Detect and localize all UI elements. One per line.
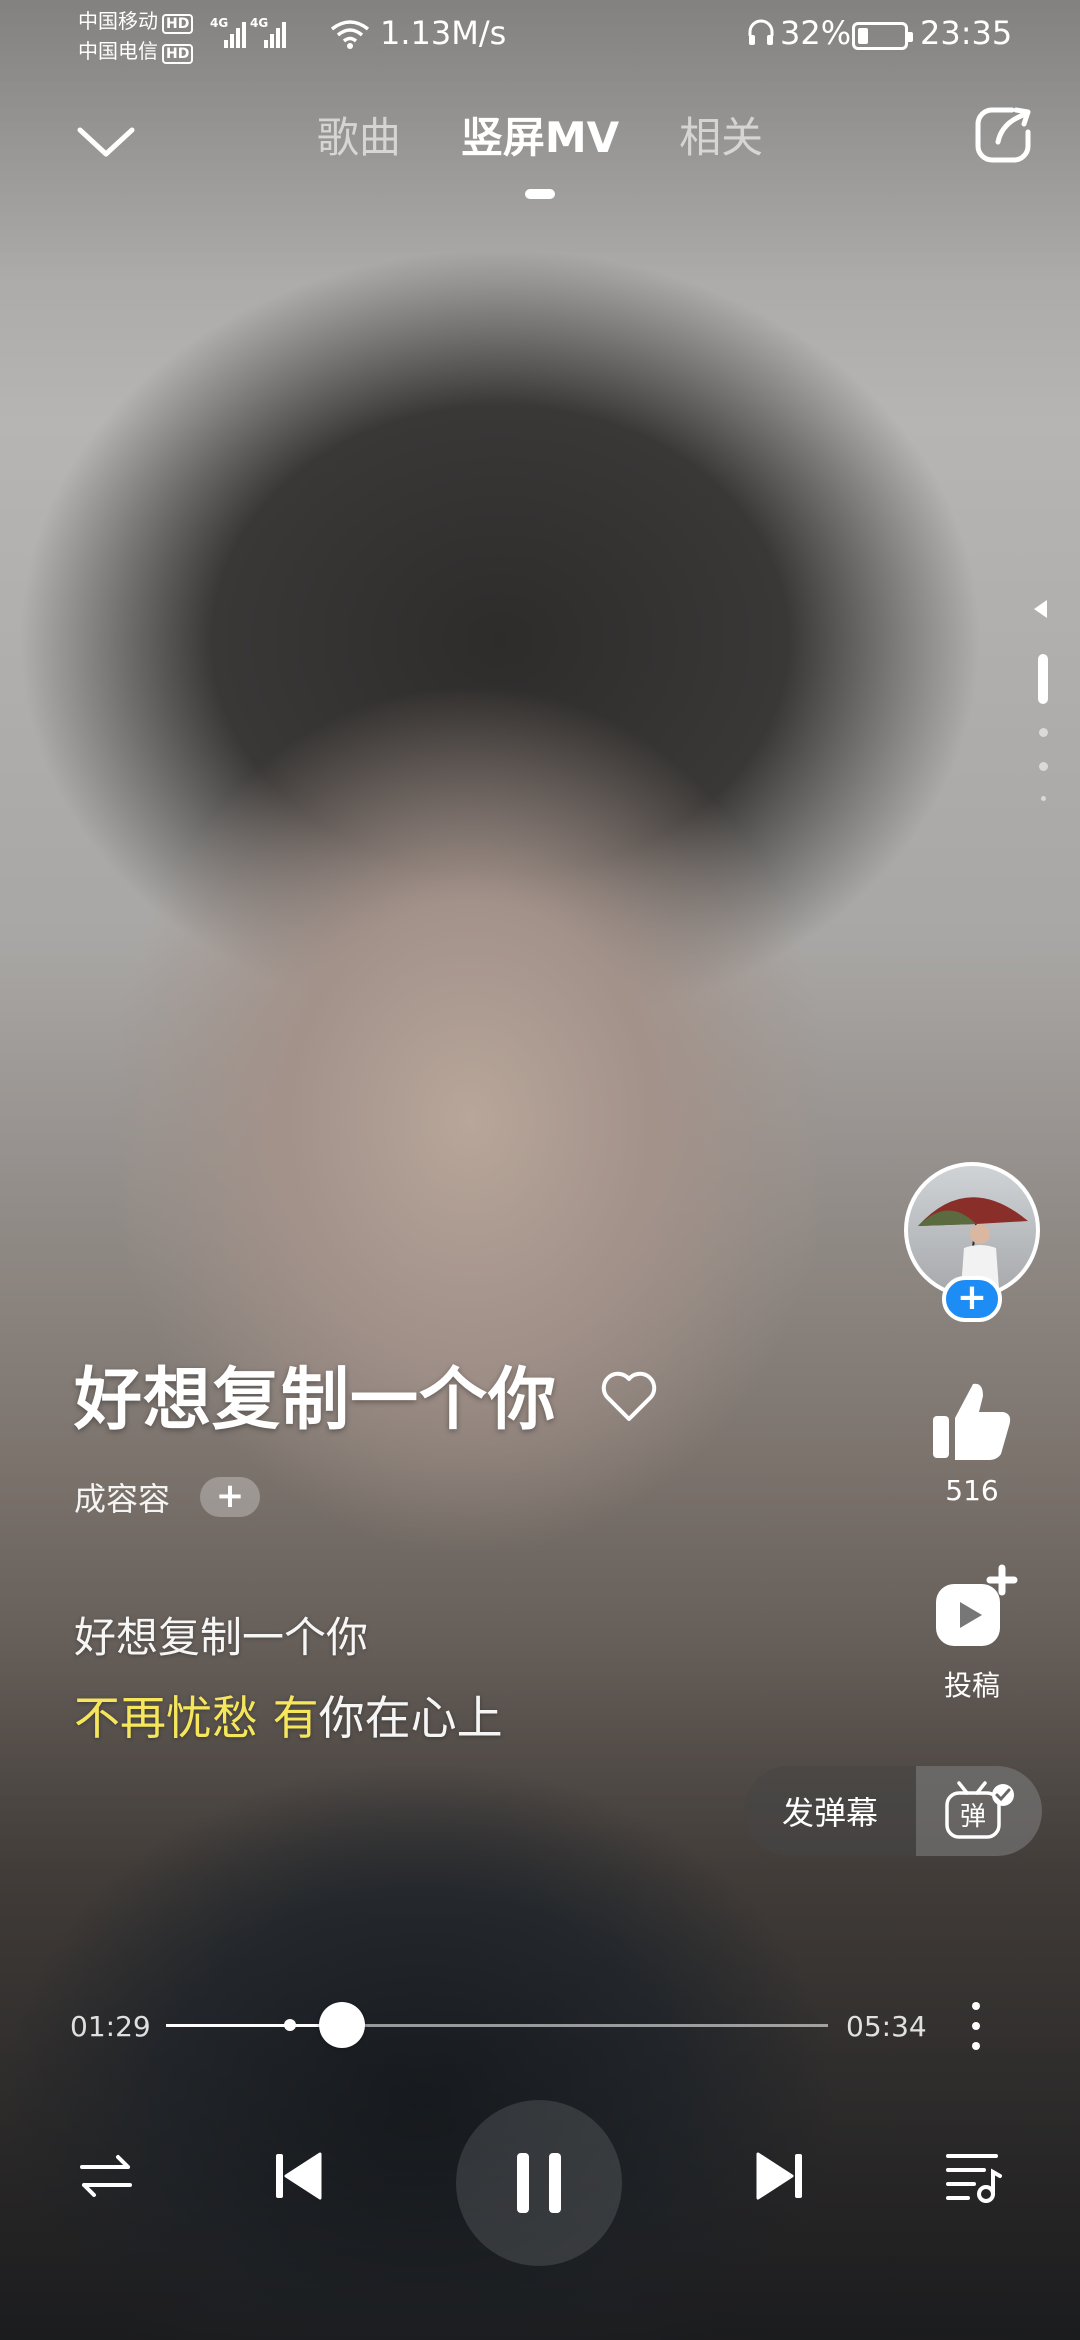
shuffle-mode-icon[interactable] bbox=[70, 2140, 142, 2212]
progress-bar: 01:29 05:34 bbox=[0, 2000, 1080, 2060]
signal-icon bbox=[264, 22, 286, 48]
follow-artist-button[interactable]: + bbox=[942, 1276, 1002, 1322]
clock: 23:35 bbox=[920, 14, 1013, 52]
indicator-active bbox=[1038, 654, 1048, 704]
song-title-row: 好想复制一个你 bbox=[74, 1344, 659, 1443]
tab-vertical-mv[interactable]: 竖屏MV bbox=[461, 100, 619, 199]
lyric-line: 好想复制一个你 bbox=[74, 1613, 369, 1662]
svg-text:弹: 弹 bbox=[960, 1802, 986, 1832]
previous-icon[interactable] bbox=[262, 2140, 334, 2212]
like-count: 516 bbox=[945, 1474, 999, 1507]
send-danmaku-button[interactable]: 发弹幕 bbox=[744, 1788, 916, 1834]
heart-outline-icon[interactable] bbox=[599, 1369, 659, 1425]
lyric-highlight: 不再忧愁 有 bbox=[74, 1691, 319, 1745]
submit-video-button[interactable]: 投稿 bbox=[916, 1564, 1028, 1714]
tab-song[interactable]: 歌曲 bbox=[317, 100, 401, 165]
indicator-dot bbox=[1039, 728, 1048, 737]
battery-icon bbox=[852, 22, 913, 50]
seek-track[interactable] bbox=[166, 2002, 828, 2048]
danmaku-toggle[interactable]: 弹 bbox=[916, 1766, 1042, 1856]
current-time: 01:29 bbox=[70, 2010, 151, 2043]
share-icon[interactable] bbox=[972, 104, 1034, 166]
total-time: 05:34 bbox=[846, 2010, 927, 2043]
pause-icon[interactable] bbox=[456, 2100, 622, 2266]
thumbs-up-icon bbox=[933, 1383, 1011, 1460]
artist-avatar-button[interactable]: + bbox=[904, 1162, 1040, 1322]
page-indicator[interactable] bbox=[1032, 600, 1056, 810]
tab-bar: 歌曲 竖屏MV 相关 bbox=[0, 100, 1080, 199]
wifi-icon bbox=[330, 20, 370, 49]
artist-follow-button[interactable]: + bbox=[200, 1477, 261, 1517]
indicator-dot bbox=[1039, 762, 1048, 771]
danmaku-bar: 发弹幕 弹 bbox=[744, 1766, 1042, 1856]
indicator-dot bbox=[1041, 796, 1046, 801]
carrier-2: 中国电信 HD bbox=[78, 40, 194, 64]
video-add-icon bbox=[936, 1564, 1018, 1646]
status-bar: 中国移动 HD 中国电信 HD 4G 4G 1.13M/s 32% 23:35 bbox=[0, 0, 1080, 72]
arrow-left-icon bbox=[1034, 600, 1047, 618]
playback-controls bbox=[0, 2100, 1080, 2270]
danmaku-icon: 弹 bbox=[945, 1781, 1014, 1839]
seek-track-fill bbox=[166, 2024, 343, 2027]
battery-percent: 32% bbox=[780, 14, 852, 52]
playlist-icon[interactable] bbox=[938, 2140, 1010, 2212]
carrier-1: 中国移动 HD bbox=[78, 10, 194, 34]
like-button[interactable]: 516 bbox=[924, 1378, 1020, 1528]
more-options-icon[interactable] bbox=[964, 1996, 988, 2056]
lyric-rest: 你在心上 bbox=[318, 1691, 503, 1745]
tab-related[interactable]: 相关 bbox=[679, 100, 763, 165]
headset-icon bbox=[748, 19, 774, 45]
seek-thumb[interactable] bbox=[319, 2002, 366, 2048]
lyric-line-current: 不再忧愁 有你在心上 bbox=[74, 1682, 503, 1748]
song-title: 好想复制一个你 bbox=[74, 1361, 558, 1440]
top-nav: 歌曲 竖屏MV 相关 bbox=[0, 90, 1080, 199]
artist-name[interactable]: 成容容 bbox=[74, 1474, 170, 1520]
next-icon[interactable] bbox=[744, 2140, 816, 2212]
net-speed: 1.13M/s bbox=[380, 14, 507, 52]
submit-label: 投稿 bbox=[943, 1669, 1000, 1702]
signal-icon bbox=[224, 22, 246, 48]
buffer-marker bbox=[283, 2019, 296, 2031]
artist-row: 成容容 + bbox=[74, 1474, 261, 1520]
